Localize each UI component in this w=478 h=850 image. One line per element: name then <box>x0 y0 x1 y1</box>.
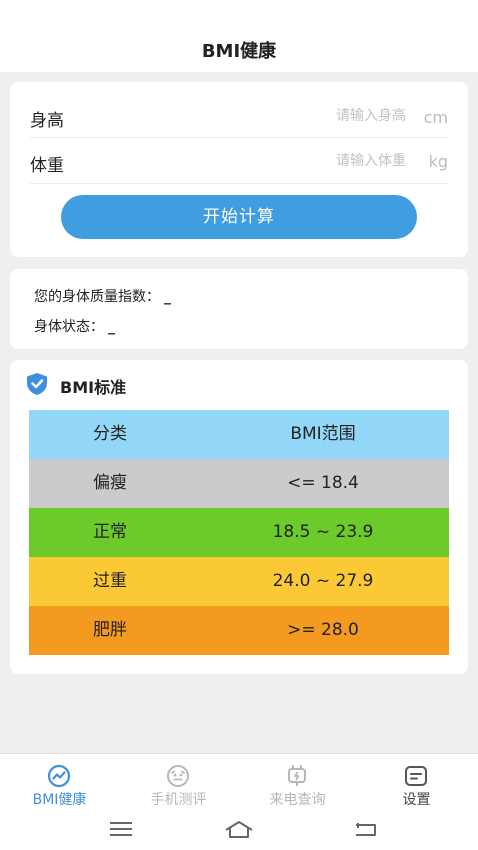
height-input[interactable] <box>256 108 406 124</box>
bottom-tab-bar: BMI健康 手机测评 来电查询 设置 <box>0 753 478 810</box>
home-icon[interactable] <box>224 818 254 840</box>
menu-icon[interactable] <box>106 818 136 840</box>
tab-label: 来电查询 <box>269 792 326 808</box>
body-status-value: _ <box>108 319 115 335</box>
range-cell: <= 18.4 <box>287 473 359 493</box>
tab-label: 设置 <box>402 792 431 808</box>
bmi-standard-title: BMI标准 <box>60 378 127 397</box>
bmi-standard-card: BMI标准 分类 BMI范围 偏瘦 <= 18.4 正常 18.5 ~ 23.9… <box>10 360 468 674</box>
height-label: 身高 <box>30 111 64 131</box>
tab-bmi-health[interactable]: BMI健康 <box>0 754 119 811</box>
bmi-standard-table: 分类 BMI范围 偏瘦 <= 18.4 正常 18.5 ~ 23.9 过重 24… <box>29 410 449 655</box>
range-cell: >= 28.0 <box>287 620 359 640</box>
tab-call-query[interactable]: 来电查询 <box>238 754 357 811</box>
body-status-label: 身体状态： <box>34 319 104 335</box>
tab-phone-eval[interactable]: 手机测评 <box>119 754 238 811</box>
weight-label: 体重 <box>30 156 64 176</box>
range-cell: 24.0 ~ 27.9 <box>272 571 374 591</box>
range-cell: 18.5 ~ 23.9 <box>272 522 374 542</box>
bmi-index-value: _ <box>164 289 171 305</box>
tab-settings[interactable]: 设置 <box>357 754 476 811</box>
page-title: BMI健康 <box>201 41 277 62</box>
weight-input[interactable] <box>256 153 406 169</box>
category-cell: 正常 <box>93 522 127 542</box>
height-unit: cm <box>423 108 448 127</box>
category-header: 分类 <box>93 424 127 444</box>
bmi-index-line: 您的身体质量指数： _ <box>34 286 171 306</box>
weight-unit: kg <box>428 152 448 171</box>
tab-label: BMI健康 <box>32 792 87 808</box>
category-cell: 偏瘦 <box>93 473 127 493</box>
app-header: BMI健康 <box>0 0 478 72</box>
body-status-line: 身体状态： _ <box>34 316 115 336</box>
tab-label: 手机测评 <box>150 792 207 808</box>
phone-eval-icon <box>167 765 189 787</box>
input-card: 身高 cm 体重 kg 开始计算 <box>10 82 468 257</box>
table-row: 过重 24.0 ~ 27.9 <box>29 557 449 606</box>
weight-row: 体重 kg <box>30 138 448 184</box>
bmi-index-label: 您的身体质量指数： <box>34 289 160 305</box>
range-header: BMI范围 <box>290 424 356 444</box>
height-row: 身高 cm <box>30 96 448 138</box>
shield-check-icon <box>27 373 47 395</box>
result-card: 您的身体质量指数： _ 身体状态： _ <box>10 269 468 349</box>
settings-icon <box>405 766 427 786</box>
category-cell: 肥胖 <box>93 620 127 640</box>
table-row: 正常 18.5 ~ 23.9 <box>29 508 449 557</box>
category-cell: 过重 <box>93 571 127 591</box>
system-nav-bar <box>0 810 478 850</box>
back-icon[interactable] <box>350 818 380 840</box>
table-header-row: 分类 BMI范围 <box>29 410 449 459</box>
table-row: 肥胖 >= 28.0 <box>29 606 449 655</box>
table-row: 偏瘦 <= 18.4 <box>29 459 449 508</box>
call-query-icon <box>288 765 306 786</box>
health-chart-icon <box>47 765 71 787</box>
start-calculate-button[interactable]: 开始计算 <box>61 195 417 239</box>
